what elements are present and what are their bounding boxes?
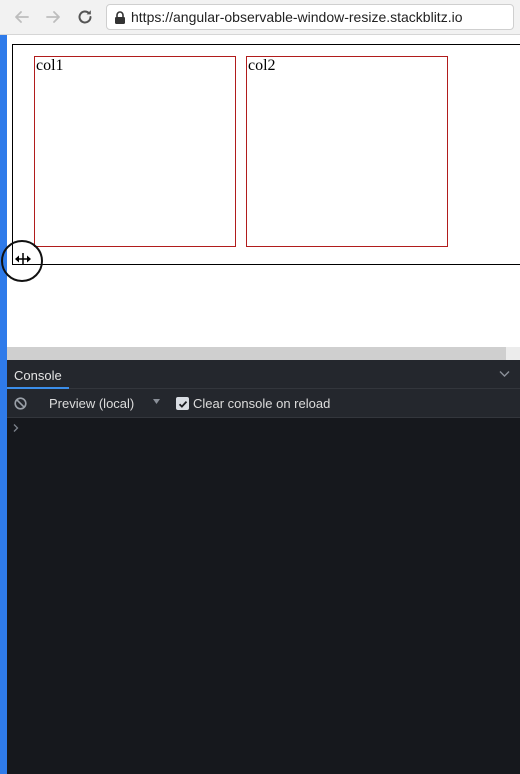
browser-toolbar: https://angular-observable-window-resize…: [0, 0, 520, 35]
clear-on-reload-label: Clear console on reload: [193, 396, 331, 411]
resizable-container: col1 col2: [12, 44, 520, 265]
left-edge-accent: [0, 34, 7, 774]
column-1: col1: [34, 56, 236, 247]
column-2-label: col2: [248, 57, 276, 74]
console-toolbar: Preview (local) Clear console on reload: [7, 389, 520, 418]
tab-console[interactable]: Console: [7, 360, 69, 389]
clear-console-icon[interactable]: [14, 397, 27, 410]
reload-button[interactable]: [75, 7, 95, 27]
horizontal-scrollbar[interactable]: [7, 347, 506, 360]
resize-horizontal-cursor-icon[interactable]: [14, 252, 32, 266]
clear-on-reload-checkbox[interactable]: [176, 397, 189, 410]
prompt-chevron-icon[interactable]: [12, 423, 20, 433]
chevron-down-icon[interactable]: [499, 370, 510, 378]
context-select[interactable]: Preview (local): [49, 396, 134, 411]
arrow-right-icon: [46, 11, 60, 23]
preview-viewport: col1 col2: [7, 35, 520, 347]
console-tab-bar: Console: [7, 360, 520, 389]
url-text: https://angular-observable-window-resize…: [131, 9, 463, 25]
address-bar[interactable]: https://angular-observable-window-resize…: [106, 4, 514, 30]
column-1-label: col1: [36, 57, 64, 74]
scrollbar-corner: [506, 347, 520, 360]
column-2: col2: [246, 56, 448, 247]
console-panel: Console Preview (local) Clear console on…: [7, 360, 520, 774]
back-button[interactable]: [12, 7, 32, 27]
caret-down-icon[interactable]: [152, 397, 161, 406]
lock-icon: [115, 11, 125, 24]
reload-icon: [78, 10, 92, 24]
tab-console-label: Console: [14, 368, 62, 383]
checkmark-icon: [178, 400, 187, 408]
forward-button[interactable]: [43, 7, 63, 27]
arrow-left-icon: [15, 11, 29, 23]
